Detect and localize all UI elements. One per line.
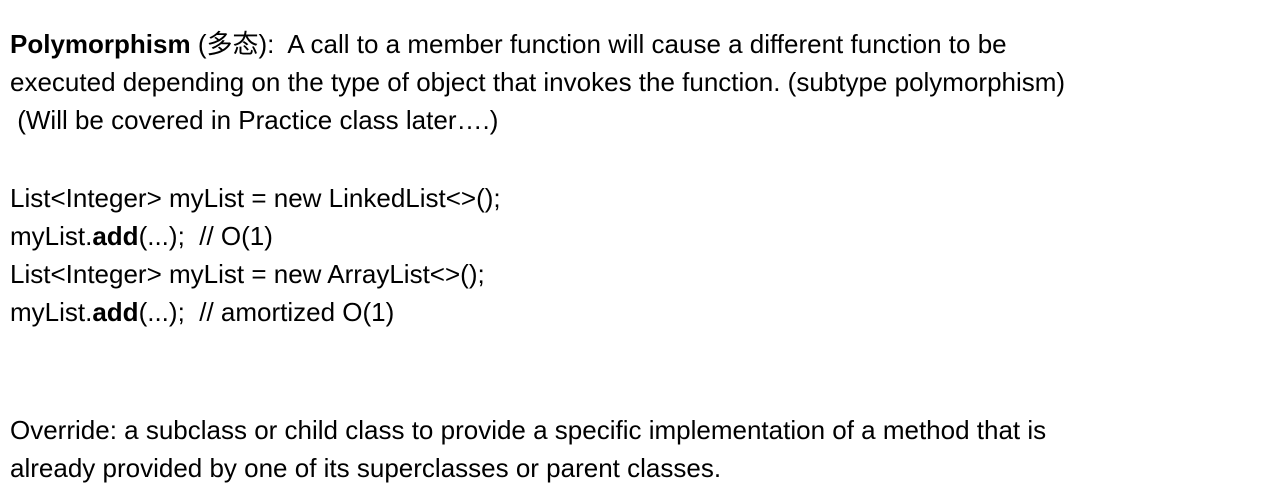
code-line-4: myList.add(...); // amortized O(1) (10, 293, 1250, 331)
code-line-4-method: add (92, 297, 139, 327)
polymorphism-term: Polymorphism (10, 29, 191, 59)
code-line-2-prefix: myList. (10, 221, 93, 251)
code-line-2-method: add (92, 221, 139, 251)
code-line-3: List<Integer> myList = new ArrayList<>()… (10, 259, 485, 289)
polymorphism-definition-line-1: Polymorphism (多态): A call to a member fu… (10, 25, 1250, 63)
document-page: Polymorphism (多态): A call to a member fu… (10, 25, 1250, 487)
polymorphism-definition-line-3: (Will be covered in Practice class later… (10, 105, 499, 135)
override-definition-line-2: already provided by one of its superclas… (10, 453, 722, 483)
override-definition-line-1: Override: a subclass or child class to p… (10, 415, 1047, 445)
code-line-4-suffix: (...); // amortized O(1) (138, 297, 395, 327)
polymorphism-definition-text: (多态): A call to a member function will c… (190, 29, 1007, 59)
code-line-4-prefix: myList. (10, 297, 93, 327)
code-line-2: myList.add(...); // O(1) (10, 217, 1250, 255)
code-line-1: List<Integer> myList = new LinkedList<>(… (10, 183, 501, 213)
polymorphism-definition-line-2: executed depending on the type of object… (10, 67, 1066, 97)
code-line-2-suffix: (...); // O(1) (138, 221, 273, 251)
